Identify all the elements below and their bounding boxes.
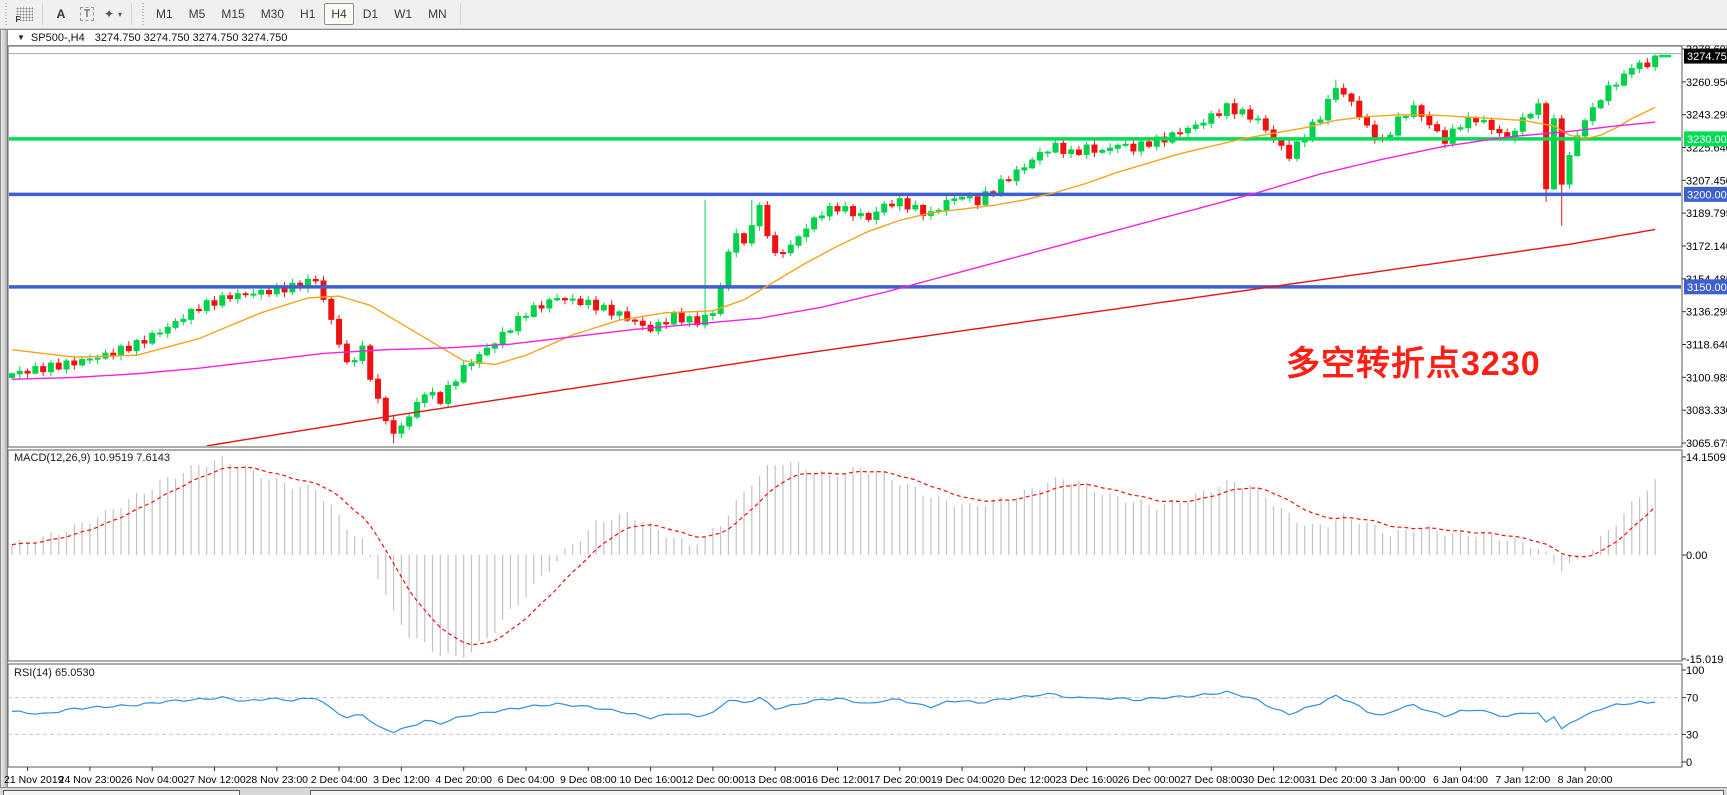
svg-text:3172.140: 3172.140	[1686, 241, 1727, 253]
svg-text:28 Nov 23:00: 28 Nov 23:00	[246, 774, 309, 786]
svg-text:12 Dec 00:00: 12 Dec 00:00	[682, 774, 745, 786]
time-axis[interactable]: 21 Nov 201924 Nov 23:0026 Nov 04:0027 No…	[4, 767, 1613, 786]
rsi-panel[interactable]	[8, 664, 1682, 767]
svg-text:0.00: 0.00	[1686, 550, 1707, 562]
svg-text:8 Jan 20:00: 8 Jan 20:00	[1558, 774, 1613, 786]
svg-text:100: 100	[1686, 665, 1704, 677]
svg-text:0: 0	[1686, 757, 1692, 769]
rsi-axis[interactable]: 100 70 30 0	[1682, 665, 1704, 769]
svg-text:20 Dec 12:00: 20 Dec 12:00	[993, 774, 1056, 786]
svg-text:27 Nov 12:00: 27 Nov 12:00	[183, 774, 246, 786]
svg-text:7 Jan 12:00: 7 Jan 12:00	[1495, 774, 1550, 786]
trading-terminal: F A T ✦ ▾ M1M5M15M30H1H4D1W1MN ▼ SP500-,…	[0, 0, 1727, 795]
svg-text:70: 70	[1686, 693, 1698, 705]
svg-text:3100.985: 3100.985	[1686, 372, 1727, 384]
svg-text:3274.750: 3274.750	[1687, 51, 1727, 63]
svg-text:13 Dec 08:00: 13 Dec 08:00	[744, 774, 807, 786]
svg-text:16 Dec 12:00: 16 Dec 12:00	[806, 774, 869, 786]
svg-text:6 Jan 04:00: 6 Jan 04:00	[1433, 774, 1488, 786]
price-level-badge: 3200.000	[1684, 187, 1727, 202]
main-panel[interactable]	[8, 46, 1682, 447]
svg-text:3136.295: 3136.295	[1686, 307, 1727, 319]
rsi-indicator-label: RSI(14) 65.0530	[14, 667, 95, 679]
svg-text:3 Jan 00:00: 3 Jan 00:00	[1371, 774, 1426, 786]
svg-text:10 Dec 16:00: 10 Dec 16:00	[619, 774, 682, 786]
svg-text:3 Dec 12:00: 3 Dec 12:00	[373, 774, 430, 786]
svg-text:30 Dec 12:00: 30 Dec 12:00	[1242, 774, 1305, 786]
price-level-badge: 3230.000	[1684, 131, 1727, 146]
background-window-tab[interactable]	[310, 790, 1724, 795]
background-window-tab[interactable]	[3, 790, 240, 795]
svg-text:9 Dec 08:00: 9 Dec 08:00	[560, 774, 617, 786]
svg-text:3243.295: 3243.295	[1686, 110, 1727, 122]
svg-text:3260.950: 3260.950	[1686, 77, 1727, 89]
svg-text:17 Dec 20:00: 17 Dec 20:00	[869, 774, 932, 786]
price-level-badge: 3150.000	[1684, 279, 1727, 294]
svg-text:30: 30	[1686, 729, 1698, 741]
svg-text:14.1509: 14.1509	[1686, 452, 1726, 464]
macd-indicator-label: MACD(12,26,9) 10.9519 7.6143	[14, 452, 170, 464]
svg-text:26 Nov 04:00: 26 Nov 04:00	[121, 774, 184, 786]
svg-text:26 Dec 00:00: 26 Dec 00:00	[1118, 774, 1181, 786]
macd-axis[interactable]: 14.15090.00-15.019	[1682, 452, 1726, 666]
svg-text:23 Dec 16:00: 23 Dec 16:00	[1055, 774, 1118, 786]
svg-text:3200.000: 3200.000	[1687, 189, 1727, 201]
svg-text:3083.330: 3083.330	[1686, 405, 1727, 417]
chart-text-annotation[interactable]: 多空转折点3230	[1286, 336, 1541, 385]
svg-text:6 Dec 04:00: 6 Dec 04:00	[498, 774, 555, 786]
svg-text:24 Nov 23:00: 24 Nov 23:00	[59, 774, 122, 786]
svg-text:21 Nov 2019: 21 Nov 2019	[4, 774, 64, 786]
bottom-windows-strip	[0, 788, 1727, 795]
price-axis[interactable]: 3278.6053260.9503243.2953225.6403207.450…	[1682, 44, 1727, 450]
svg-text:4 Dec 20:00: 4 Dec 20:00	[435, 774, 492, 786]
svg-text:2 Dec 04:00: 2 Dec 04:00	[311, 774, 368, 786]
svg-text:31 Dec 20:00: 31 Dec 20:00	[1305, 774, 1368, 786]
svg-text:27 Dec 08:00: 27 Dec 08:00	[1180, 774, 1243, 786]
current-price-badge: 3274.750	[1684, 49, 1727, 64]
svg-text:3150.000: 3150.000	[1687, 282, 1727, 294]
svg-text:3230.000: 3230.000	[1687, 134, 1727, 146]
chart-plot-area[interactable]: 3278.6053260.9503243.2953225.6403207.450…	[0, 0, 1727, 795]
svg-text:3207.450: 3207.450	[1686, 175, 1727, 187]
svg-text:3118.640: 3118.640	[1686, 340, 1727, 352]
svg-text:19 Dec 04:00: 19 Dec 04:00	[931, 774, 994, 786]
svg-text:3189.795: 3189.795	[1686, 208, 1727, 220]
svg-text:3065.675: 3065.675	[1686, 438, 1727, 450]
